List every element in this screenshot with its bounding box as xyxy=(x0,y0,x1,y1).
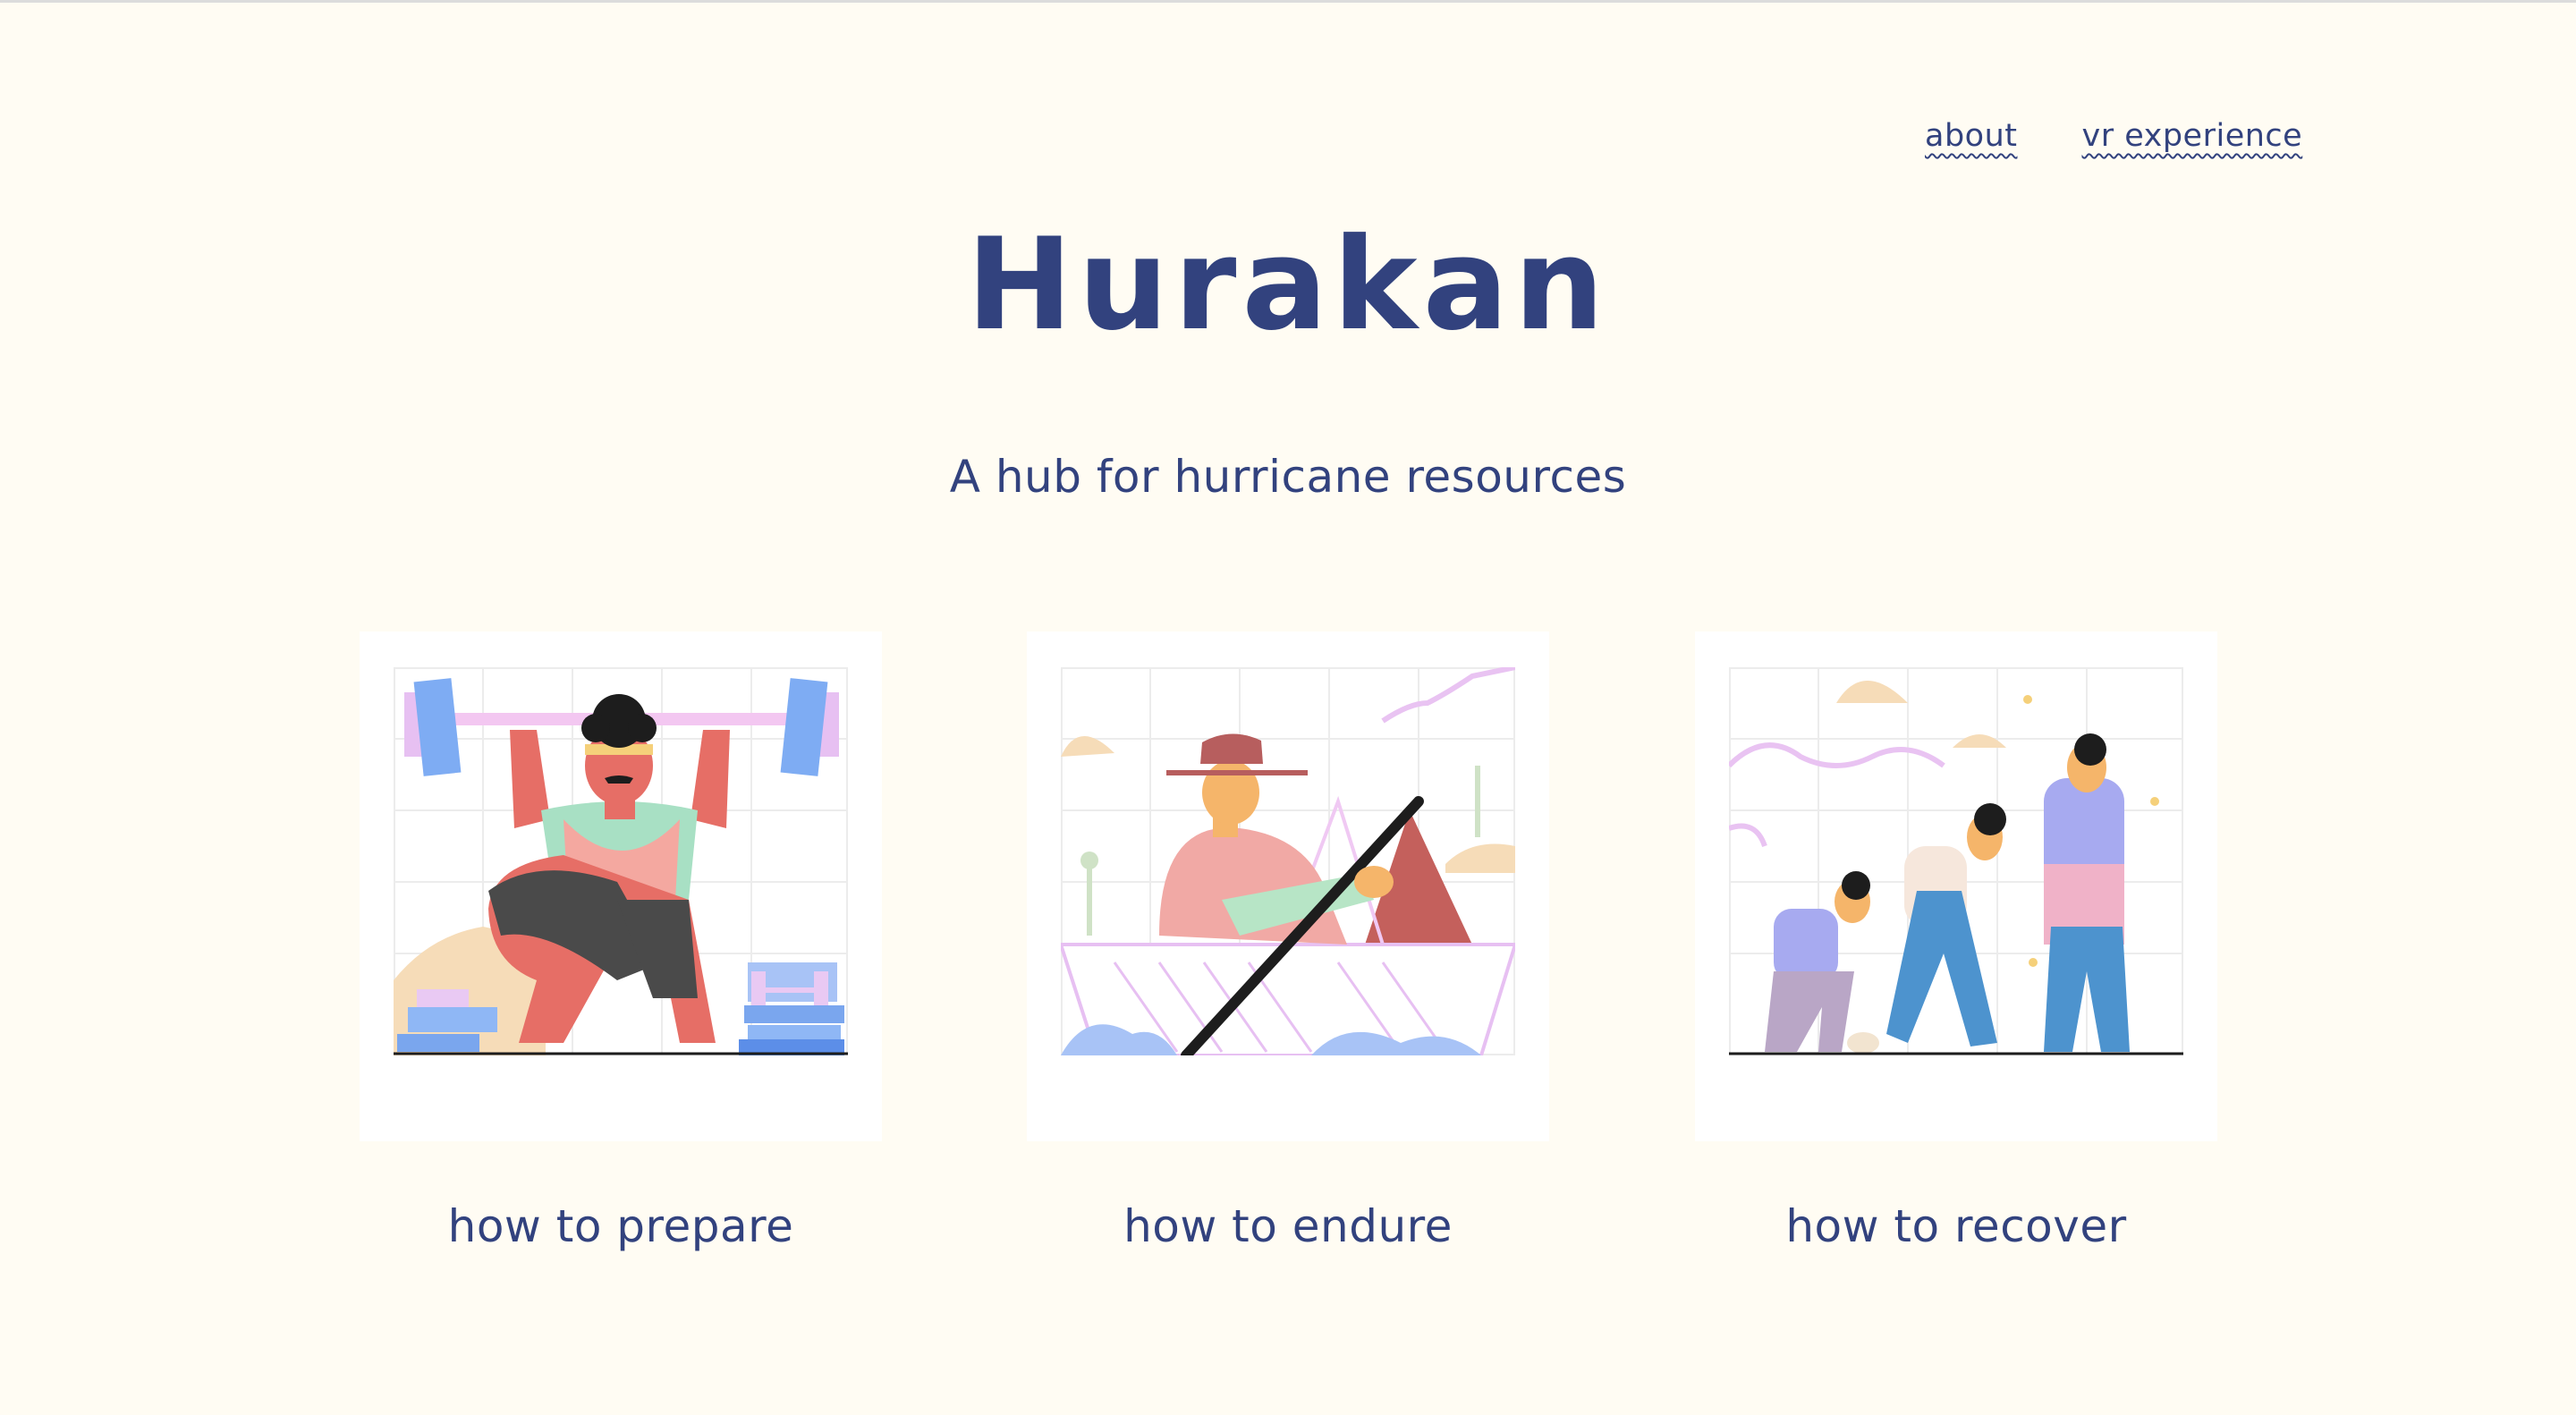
person-getting-up-illustration-icon xyxy=(1729,667,2183,1055)
page-subtitle: A hub for hurricane resources xyxy=(949,451,1627,503)
nav-vr-experience-link[interactable]: vr experience xyxy=(2081,118,2302,154)
card-image-frame xyxy=(1695,631,2217,1141)
top-border xyxy=(0,0,2576,3)
card-label: how to endure xyxy=(1123,1200,1453,1252)
page-title: Hurakan xyxy=(966,211,1610,359)
top-nav: about vr experience xyxy=(1925,118,2302,154)
weightlifter-illustration-icon xyxy=(394,667,848,1055)
card-how-to-endure[interactable]: how to endure xyxy=(1027,631,1549,1249)
card-image-frame xyxy=(360,631,882,1141)
rowing-boat-illustration-icon xyxy=(1061,667,1515,1055)
card-how-to-recover[interactable]: how to recover xyxy=(1695,631,2217,1249)
card-image-frame xyxy=(1027,631,1549,1141)
card-label: how to prepare xyxy=(447,1200,794,1252)
card-how-to-prepare[interactable]: how to prepare xyxy=(360,631,882,1249)
card-label: how to recover xyxy=(1785,1200,2127,1252)
nav-about-link[interactable]: about xyxy=(1925,118,2017,154)
